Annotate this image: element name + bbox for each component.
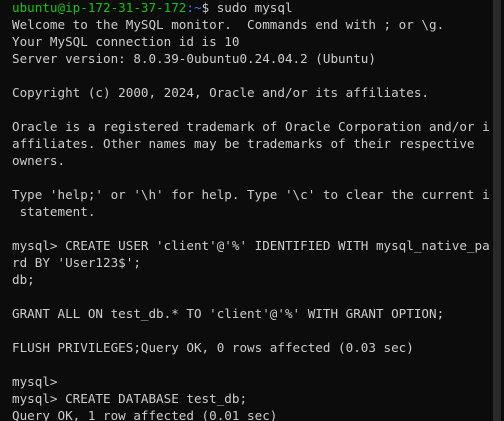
output-line: Welcome to the MySQL monitor. Commands e… [12,17,445,32]
output-line: Type 'help;' or '\h' for help. Type '\c'… [12,187,504,202]
scrollbar-thumb[interactable] [493,0,501,421]
output-line: rd BY 'User123$'; [12,255,141,270]
mysql-prompt-line: mysql> [12,374,58,389]
output-line: db; [12,272,35,287]
terminal-output: ubuntu@ip-172-31-37-172:~$ sudo mysql We… [12,0,504,421]
vertical-scrollbar[interactable] [490,0,504,421]
terminal-window[interactable]: ubuntu@ip-172-31-37-172:~$ sudo mysql We… [0,0,504,421]
output-line: Server version: 8.0.39-0ubuntu0.24.04.2 … [12,51,376,66]
output-line: Query OK, 1 row affected (0.01 sec) [12,408,278,421]
output-line: Your MySQL connection id is 10 [12,34,240,49]
mysql-command-line: mysql> CREATE USER 'client'@'%' IDENTIFI… [12,238,504,253]
prompt-user-host: ubuntu@ip-172-31-37-172 [12,0,187,15]
output-line: statement. [12,204,96,219]
prompt-path: :~ [186,0,202,15]
output-line: owners. [12,153,66,168]
output-line: Copyright (c) 2000, 2024, Oracle and/or … [12,85,430,100]
mysql-command-line: mysql> CREATE DATABASE test_db; [12,391,248,406]
output-line: affiliates. Other names may be trademark… [12,136,475,151]
output-line: FLUSH PRIVILEGES;Query OK, 0 rows affect… [12,340,414,355]
prompt-command: $ sudo mysql [201,0,293,15]
output-line: GRANT ALL ON test_db.* TO 'client'@'%' W… [12,306,445,321]
output-line: Oracle is a registered trademark of Orac… [12,119,504,134]
shell-prompt-line: ubuntu@ip-172-31-37-172:~$ sudo mysql [12,0,484,16]
